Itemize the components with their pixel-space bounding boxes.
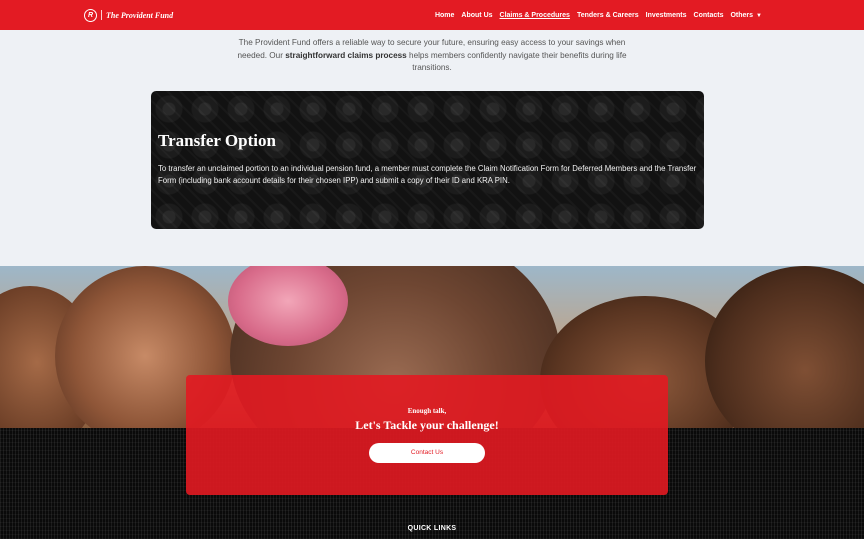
- chevron-down-icon: ▼: [756, 12, 762, 19]
- transfer-option-title: Transfer Option: [158, 131, 276, 150]
- nav-others-label: Others: [730, 11, 754, 19]
- top-navbar: R The Provident Fund Home About Us Claim…: [0, 0, 864, 30]
- nav-item-home[interactable]: Home: [435, 12, 454, 19]
- nav-item-investments[interactable]: Investments: [646, 12, 687, 19]
- transfer-option-body: To transfer an unclaimed portion to an i…: [158, 164, 697, 185]
- intro-bold-text: straightforward claims process: [285, 50, 407, 60]
- hero-face-smiling-child-right: [705, 266, 864, 428]
- cta-eyebrow: Enough talk,: [407, 407, 447, 415]
- brand-logo[interactable]: R The Provident Fund: [84, 8, 174, 22]
- nav-item-about-us[interactable]: About Us: [461, 12, 492, 19]
- main-nav: Home About Us Claims & Procedures Tender…: [435, 12, 762, 19]
- intro-text-after: helps members confidently navigate their…: [406, 50, 627, 73]
- transfer-option-card: Transfer Option To transfer an unclaimed…: [151, 91, 704, 229]
- logo-divider: [101, 10, 102, 20]
- nav-item-others[interactable]: Others ▼: [730, 12, 762, 19]
- quick-links-heading: QUICK LINKS: [407, 525, 457, 532]
- logo-mark-icon: R: [84, 8, 97, 22]
- contact-us-button[interactable]: Contact Us: [369, 443, 485, 463]
- nav-item-contacts[interactable]: Contacts: [694, 12, 724, 19]
- brand-name: The Provident Fund: [106, 10, 174, 20]
- cta-headline: Let's Tackle your challenge!: [355, 418, 499, 432]
- nav-item-claims-procedures[interactable]: Claims & Procedures: [500, 12, 570, 19]
- cta-panel: Enough talk, Let's Tackle your challenge…: [186, 375, 668, 495]
- nav-item-tenders-careers[interactable]: Tenders & Careers: [577, 12, 639, 19]
- intro-paragraph: The Provident Fund offers a reliable way…: [232, 37, 632, 75]
